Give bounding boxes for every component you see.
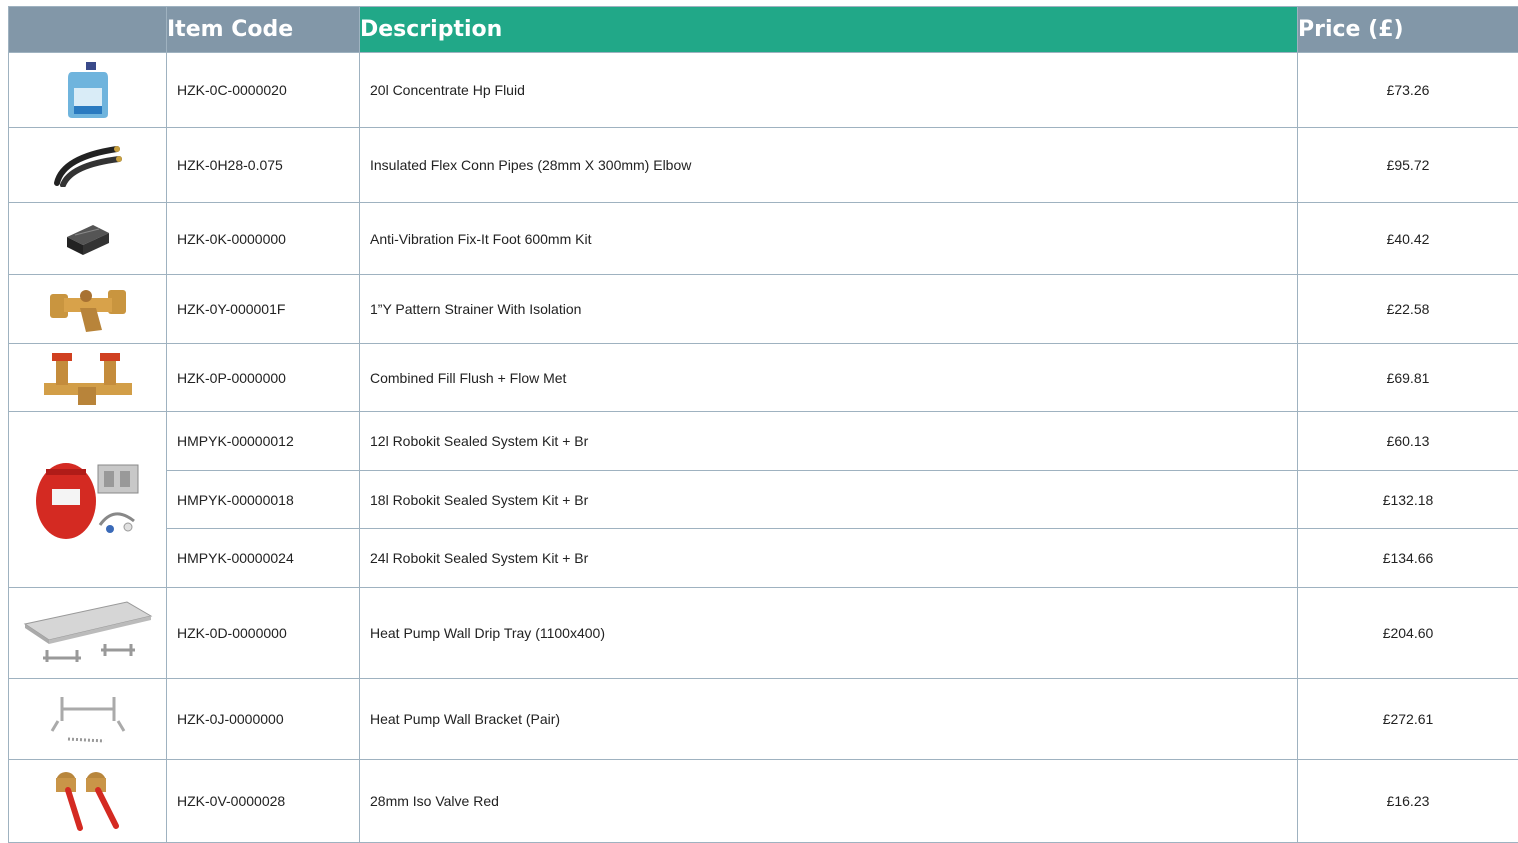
expansion-vessel-icon (9, 455, 166, 545)
item-code-cell: HZK-0Y-000001F (167, 275, 360, 344)
wall-bracket-icon (9, 691, 166, 747)
description-cell: Insulated Flex Conn Pipes (28mm X 300mm)… (360, 128, 1298, 203)
description-cell: 24l Robokit Sealed System Kit + Br (360, 529, 1298, 588)
table-row: HZK-0D-0000000 Heat Pump Wall Drip Tray … (9, 588, 1518, 679)
table-row: HMPYK-00000024 24l Robokit Sealed System… (9, 529, 1518, 588)
description-cell: Anti-Vibration Fix-It Foot 600mm Kit (360, 203, 1298, 275)
price-cell: £132.18 (1298, 471, 1518, 529)
strainer-icon (9, 282, 166, 336)
product-image-cell (9, 588, 167, 679)
product-image-cell (9, 53, 167, 128)
price-cell: £134.66 (1298, 529, 1518, 588)
price-cell: £40.42 (1298, 203, 1518, 275)
fluid-container-icon (9, 60, 166, 120)
table-row: HZK-0V-0000028 28mm Iso Valve Red £16.23 (9, 760, 1518, 843)
fill-flush-valve-icon (9, 347, 166, 409)
product-image-cell (9, 344, 167, 412)
description-cell: Heat Pump Wall Drip Tray (1100x400) (360, 588, 1298, 679)
item-code-cell: HZK-0C-0000020 (167, 53, 360, 128)
product-image-cell (9, 275, 167, 344)
item-code-cell: HZK-0V-0000028 (167, 760, 360, 843)
price-cell: £16.23 (1298, 760, 1518, 843)
item-code-cell: HZK-0J-0000000 (167, 679, 360, 760)
price-cell: £95.72 (1298, 128, 1518, 203)
price-cell: £204.60 (1298, 588, 1518, 679)
description-cell: 12l Robokit Sealed System Kit + Br (360, 412, 1298, 471)
description-cell: 18l Robokit Sealed System Kit + Br (360, 471, 1298, 529)
price-cell: £272.61 (1298, 679, 1518, 760)
description-cell: Heat Pump Wall Bracket (Pair) (360, 679, 1298, 760)
iso-valve-icon (9, 768, 166, 834)
header-price: Price (£) (1298, 7, 1518, 53)
header-image-column (9, 7, 167, 53)
description-cell: 1”Y Pattern Strainer With Isolation (360, 275, 1298, 344)
price-cell: £22.58 (1298, 275, 1518, 344)
table-row: HZK-0K-0000000 Anti-Vibration Fix-It Foo… (9, 203, 1518, 275)
flex-pipes-icon (9, 143, 166, 187)
table-row: HZK-0Y-000001F 1”Y Pattern Strainer With… (9, 275, 1518, 344)
table-row: HZK-0J-0000000 Heat Pump Wall Bracket (P… (9, 679, 1518, 760)
description-cell: 20l Concentrate Hp Fluid (360, 53, 1298, 128)
price-table: Item Code Description Price (£) HZK-0C-0… (8, 6, 1518, 843)
price-cell: £60.13 (1298, 412, 1518, 471)
drip-tray-icon (9, 598, 166, 668)
product-image-cell (9, 412, 167, 588)
item-code-cell: HZK-0D-0000000 (167, 588, 360, 679)
item-code-cell: HZK-0P-0000000 (167, 344, 360, 412)
item-code-cell: HMPYK-00000024 (167, 529, 360, 588)
table-row: HMPYK-00000012 12l Robokit Sealed System… (9, 412, 1518, 471)
table-header-row: Item Code Description Price (£) (9, 7, 1518, 53)
table-row: HMPYK-00000018 18l Robokit Sealed System… (9, 471, 1518, 529)
item-code-cell: HZK-0K-0000000 (167, 203, 360, 275)
price-cell: £69.81 (1298, 344, 1518, 412)
table-row: HZK-0C-0000020 20l Concentrate Hp Fluid … (9, 53, 1518, 128)
item-code-cell: HZK-0H28-0.075 (167, 128, 360, 203)
description-cell: 28mm Iso Valve Red (360, 760, 1298, 843)
product-image-cell (9, 203, 167, 275)
product-image-cell (9, 679, 167, 760)
rubber-foot-icon (9, 219, 166, 259)
header-description: Description (360, 7, 1298, 53)
product-image-cell (9, 760, 167, 843)
product-image-cell (9, 128, 167, 203)
table-row: HZK-0H28-0.075 Insulated Flex Conn Pipes… (9, 128, 1518, 203)
item-code-cell: HMPYK-00000018 (167, 471, 360, 529)
description-cell: Combined Fill Flush + Flow Met (360, 344, 1298, 412)
item-code-cell: HMPYK-00000012 (167, 412, 360, 471)
price-cell: £73.26 (1298, 53, 1518, 128)
table-row: HZK-0P-0000000 Combined Fill Flush + Flo… (9, 344, 1518, 412)
header-item-code: Item Code (167, 7, 360, 53)
